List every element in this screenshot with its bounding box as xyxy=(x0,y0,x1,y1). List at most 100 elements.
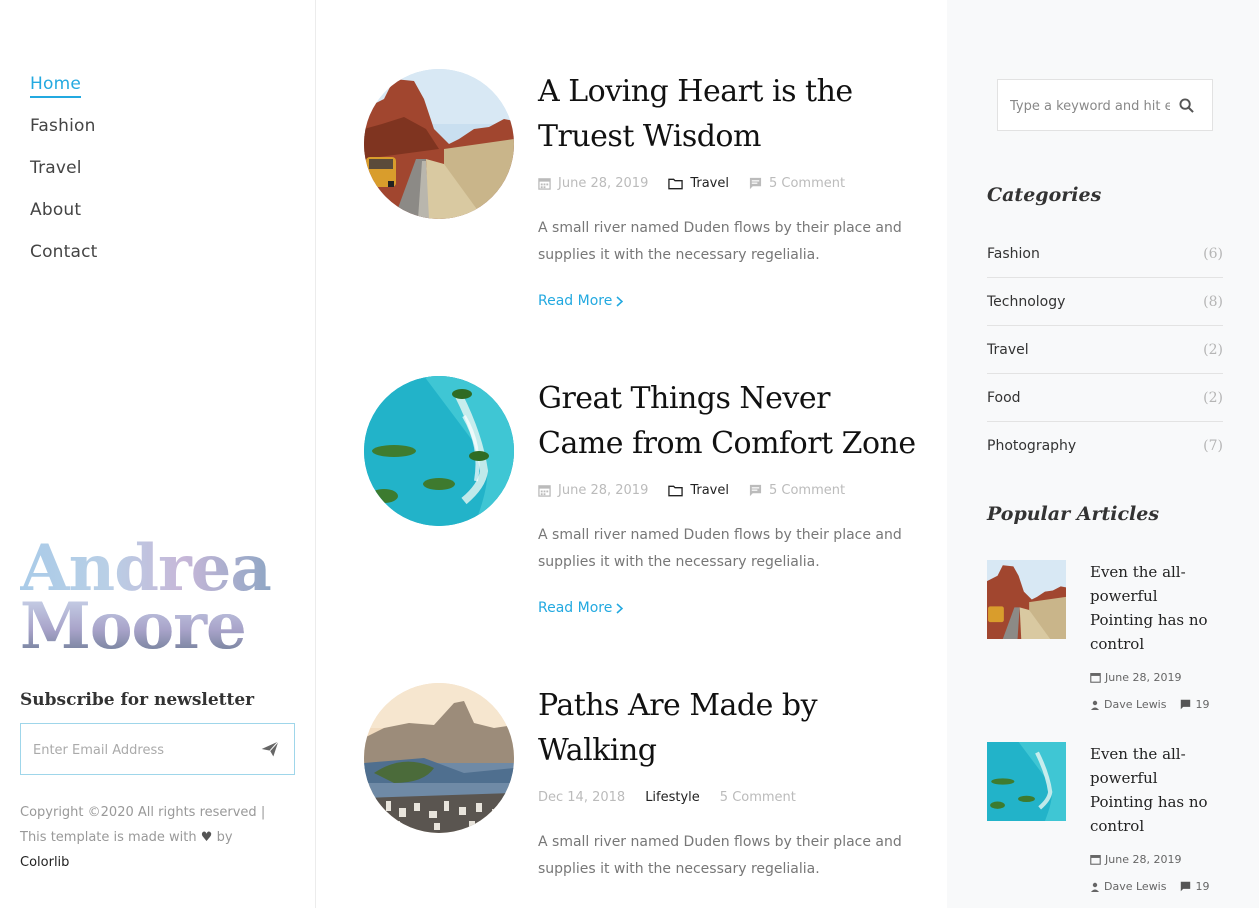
post-comments-text: 5 Comment xyxy=(769,482,846,498)
newsletter-form xyxy=(20,723,295,775)
search-box xyxy=(997,79,1213,131)
left-sidebar: Home Fashion Travel About Contact Andrea… xyxy=(0,0,316,908)
popular-author[interactable]: Dave Lewis xyxy=(1104,698,1166,711)
popular-comments[interactable]: 19 xyxy=(1180,698,1209,711)
email-input[interactable] xyxy=(33,738,243,762)
canyon-road-image xyxy=(987,560,1066,639)
post-comments[interactable]: 5 Comment xyxy=(749,483,845,498)
popular-author[interactable]: Dave Lewis xyxy=(1104,880,1166,893)
post-date[interactable]: June 28, 2019 xyxy=(538,483,648,498)
comment-icon xyxy=(1181,699,1191,710)
heart-icon: ♥ xyxy=(200,830,213,845)
nav-item-contact[interactable]: Contact xyxy=(30,242,98,284)
popular-article-image[interactable] xyxy=(987,742,1066,821)
comment-icon xyxy=(1181,881,1191,892)
popular-article-image[interactable] xyxy=(987,560,1066,639)
read-more-link[interactable]: Read More xyxy=(538,293,624,309)
folder-icon xyxy=(668,485,684,496)
post-comments-text: 5 Comment xyxy=(719,789,796,805)
post-category[interactable]: Lifestyle xyxy=(645,790,700,805)
category-count: (8) xyxy=(1203,293,1223,310)
post-comments[interactable]: 5 Comment xyxy=(749,176,845,191)
nav-item-label: Contact xyxy=(30,242,98,262)
post-excerpt: A small river named Duden flows by their… xyxy=(538,220,902,263)
nav-item-about[interactable]: About xyxy=(30,200,98,242)
post-date[interactable]: Dec 14, 2018 xyxy=(538,790,625,805)
post-meta: June 28, 2019 Travel 5 Comment xyxy=(538,480,918,500)
post-comments[interactable]: 5 Comment xyxy=(720,790,796,805)
nav-item-label: Travel xyxy=(30,158,82,178)
popular-article[interactable]: Even the all-powerful Pointing has no co… xyxy=(987,742,1223,908)
post-body: A Loving Heart is the Truest Wisdom June… xyxy=(538,69,918,309)
category-item[interactable]: Food (2) xyxy=(987,374,1223,422)
post-date-text: Dec 14, 2018 xyxy=(538,789,626,805)
coastal-city-image xyxy=(364,683,514,833)
person-icon xyxy=(1091,882,1099,892)
popular-date-text: June 28, 2019 xyxy=(1105,671,1182,684)
post-date[interactable]: June 28, 2019 xyxy=(538,176,648,191)
copyright: Copyright ©2020 All rights reserved | Th… xyxy=(20,800,290,875)
search-icon[interactable] xyxy=(1179,98,1194,113)
post-category-text: Travel xyxy=(690,175,729,191)
popular-article-meta: Dave Lewis 19 xyxy=(1090,698,1209,711)
colorlib-link[interactable]: Colorlib xyxy=(20,850,290,875)
comment-icon xyxy=(749,484,762,496)
chevron-right-icon xyxy=(616,295,624,307)
popular-article-meta: Dave Lewis 19 xyxy=(1090,880,1209,893)
post-title[interactable]: Paths Are Made by Walking xyxy=(538,683,918,773)
post-title[interactable]: Great Things Never Came from Comfort Zon… xyxy=(538,376,918,466)
nav-item-fashion[interactable]: Fashion xyxy=(30,116,98,158)
read-more-label: Read More xyxy=(538,293,613,309)
folder-icon xyxy=(668,178,684,189)
categories-heading: Categories xyxy=(987,184,1102,206)
post-meta: Dec 14, 2018 Lifestyle 5 Comment xyxy=(538,787,918,807)
copyright-by: by xyxy=(216,830,233,845)
post-meta: June 28, 2019 Travel 5 Comment xyxy=(538,173,918,193)
nav-item-label: Home xyxy=(30,74,82,98)
category-name: Food xyxy=(987,389,1021,406)
calendar-icon xyxy=(1090,673,1101,683)
nav-item-home[interactable]: Home xyxy=(30,74,98,116)
popular-comments[interactable]: 19 xyxy=(1180,880,1209,893)
search-input[interactable] xyxy=(1010,94,1170,118)
post-category[interactable]: Travel xyxy=(668,483,729,498)
logo-line-2: Moore xyxy=(20,595,271,659)
popular-article-title[interactable]: Even the all-powerful Pointing has no co… xyxy=(1090,742,1220,838)
sea-islands-image xyxy=(364,376,514,526)
calendar-icon xyxy=(1090,855,1101,865)
post-category-text: Travel xyxy=(690,482,729,498)
post-comments-text: 5 Comment xyxy=(769,175,846,191)
chevron-right-icon xyxy=(616,602,624,614)
category-name: Technology xyxy=(987,293,1066,310)
nav-item-label: Fashion xyxy=(30,116,96,136)
calendar-icon xyxy=(538,177,551,190)
read-more-link[interactable]: Read More xyxy=(538,600,624,616)
post-category-text: Lifestyle xyxy=(645,789,700,805)
category-name: Photography xyxy=(987,438,1077,454)
comment-icon xyxy=(749,177,762,189)
post-category[interactable]: Travel xyxy=(668,176,729,191)
popular-article-title[interactable]: Even the all-powerful Pointing has no co… xyxy=(1090,560,1220,656)
post-thumbnail[interactable] xyxy=(364,683,514,833)
category-item[interactable]: Fashion (6) xyxy=(987,230,1223,278)
paper-plane-icon[interactable] xyxy=(260,739,280,759)
category-count: (2) xyxy=(1203,389,1223,406)
popular-article[interactable]: Even the all-powerful Pointing has no co… xyxy=(987,560,1223,730)
category-list: Fashion (6) Technology (8) Travel (2) Food (… xyxy=(987,230,1223,470)
sea-islands-image xyxy=(987,742,1066,821)
site-logo[interactable]: Andrea Moore xyxy=(20,540,271,659)
post-title[interactable]: A Loving Heart is the Truest Wisdom xyxy=(538,69,918,159)
post-thumbnail[interactable] xyxy=(364,69,514,219)
post-body: Great Things Never Came from Comfort Zon… xyxy=(538,376,918,616)
popular-article-date: June 28, 2019 xyxy=(1090,853,1181,866)
category-item[interactable]: Technology (8) xyxy=(987,278,1223,326)
nav-item-travel[interactable]: Travel xyxy=(30,158,98,200)
calendar-icon xyxy=(538,484,551,497)
category-item[interactable]: Travel (2) xyxy=(987,326,1223,374)
popular-heading: Popular Articles xyxy=(987,503,1160,525)
post-body: Paths Are Made by Walking Dec 14, 2018 L… xyxy=(538,683,918,883)
category-item[interactable]: Photography (7) xyxy=(987,422,1223,470)
post-excerpt: A small river named Duden flows by their… xyxy=(538,527,902,570)
newsletter-title: Subscribe for newsletter xyxy=(20,690,255,710)
post-thumbnail[interactable] xyxy=(364,376,514,526)
